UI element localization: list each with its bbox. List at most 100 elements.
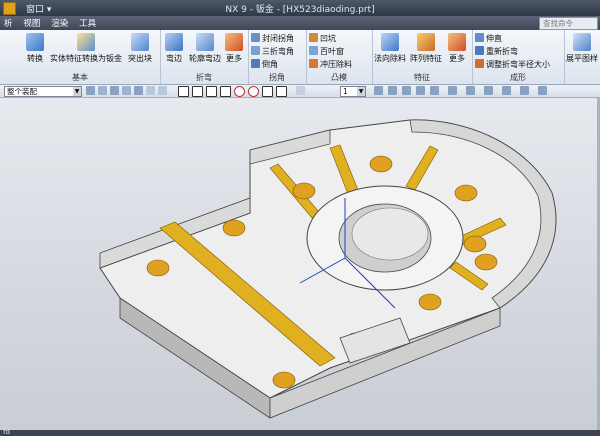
resize-bend-radius-button[interactable]: 调整折弯半径大小: [475, 59, 550, 70]
selection-filter-value: 整个装配: [7, 87, 37, 96]
solid-to-sheetmetal-icon: [77, 33, 95, 51]
layer-icon[interactable]: [296, 86, 305, 95]
background-icon[interactable]: [484, 86, 493, 95]
pan-icon[interactable]: [416, 86, 425, 95]
dimple-label: 凹坑: [320, 34, 336, 43]
group-form: 伸直 重新折弯 调整折弯半径大小 成形: [472, 30, 565, 84]
select-edge-icon[interactable]: [122, 86, 131, 95]
normal-cutout-button[interactable]: 法向除料: [372, 33, 408, 64]
orient-view-icon[interactable]: [448, 86, 457, 95]
select-component-icon[interactable]: [146, 86, 155, 95]
resize-bend-radius-label: 调整折弯半径大小: [486, 60, 550, 69]
group-feature-label: 特征: [414, 73, 430, 82]
section-view-icon[interactable]: [502, 86, 511, 95]
select-body-icon[interactable]: [134, 86, 143, 95]
rebend-label: 重新折弯: [486, 47, 518, 56]
status-bar: fd: [0, 428, 600, 436]
pad-3: [454, 184, 478, 202]
contour-flange-icon: [196, 33, 214, 51]
select-curve-icon[interactable]: [158, 86, 167, 95]
graphics-viewport[interactable]: [0, 98, 600, 430]
shaded-display-icon[interactable]: [430, 86, 439, 95]
closed-corner-label: 封闭拐角: [262, 34, 294, 43]
louver-label: 百叶窗: [320, 47, 344, 56]
feature-more-icon: [448, 33, 466, 51]
chamfer-button[interactable]: 倒角: [251, 59, 278, 70]
point-on-face-snap-icon[interactable]: [276, 86, 287, 97]
pad-5: [474, 253, 498, 271]
title-bar: 窗口 ▾ NX 9 - 钣金 - [HX523diaoding.prt]: [0, 0, 600, 16]
more-icon: [225, 33, 243, 51]
closed-corner-icon: [251, 33, 260, 42]
contour-flange-label: 轮廓弯边: [189, 54, 221, 63]
convert-button[interactable]: 转换: [20, 33, 50, 64]
render-style-icon[interactable]: [466, 86, 475, 95]
tab-icon: [131, 33, 149, 51]
group-flat-pattern: 展平图样: [564, 30, 600, 84]
pad-7: [222, 219, 246, 237]
menu-analysis[interactable]: 析: [0, 16, 17, 30]
rebend-button[interactable]: 重新折弯: [475, 46, 518, 57]
hub-inner: [351, 207, 429, 261]
control-point-snap-icon[interactable]: [206, 86, 217, 97]
unbend-label: 伸直: [486, 34, 502, 43]
flat-pattern-label: 展平图样: [566, 54, 598, 63]
measure-icon[interactable]: [520, 86, 529, 95]
drawn-cutout-icon: [309, 59, 318, 68]
pattern-feature-label: 阵列特征: [410, 54, 442, 63]
selection-filter-combo[interactable]: 整个装配 ▼: [4, 86, 82, 97]
dimple-button[interactable]: 凹坑: [309, 33, 336, 44]
convert-label: 转换: [27, 54, 43, 63]
pattern-feature-button[interactable]: 阵列特征: [408, 33, 444, 64]
select-face-icon[interactable]: [110, 86, 119, 95]
pad-6: [418, 293, 442, 311]
group-bend: 弯边 轮廓弯边 更多 折弯: [160, 30, 249, 84]
bend-more-button[interactable]: 更多: [222, 33, 246, 64]
rotate-icon[interactable]: [402, 86, 411, 95]
zoom-icon[interactable]: [388, 86, 397, 95]
point-on-curve-snap-icon[interactable]: [262, 86, 273, 97]
intersection-snap-icon[interactable]: [220, 86, 231, 97]
quadrant-snap-icon[interactable]: [248, 86, 259, 97]
bend-more-label: 更多: [226, 54, 242, 63]
tab-label: 突出块: [128, 54, 152, 63]
chamfer-label: 倒角: [262, 60, 278, 69]
three-bend-corner-button[interactable]: 三折弯角: [251, 46, 294, 57]
louver-icon: [309, 46, 318, 55]
tab-button[interactable]: 突出块: [122, 33, 158, 64]
midpoint-snap-icon[interactable]: [192, 86, 203, 97]
fit-view-icon[interactable]: [374, 86, 383, 95]
select-icon[interactable]: [98, 86, 107, 95]
menu-tools[interactable]: 工具: [75, 16, 100, 30]
solid-to-sheetmetal-button[interactable]: 实体特征转换为钣金: [50, 33, 122, 64]
contour-flange-button[interactable]: 轮廓弯边: [188, 33, 222, 64]
snap-icon[interactable]: [86, 86, 95, 95]
status-text: fd: [3, 428, 10, 436]
group-corner: 封闭拐角 三折弯角 倒角 拐角: [248, 30, 307, 84]
group-punch-label: 凸模: [331, 73, 347, 82]
feature-more-button[interactable]: 更多: [444, 33, 470, 64]
drawn-cutout-button[interactable]: 冲压除料: [309, 59, 352, 70]
arc-center-snap-icon[interactable]: [234, 86, 245, 97]
command-search-input[interactable]: 查找命令: [539, 17, 598, 30]
chamfer-icon: [251, 59, 260, 68]
menu-view[interactable]: 视图: [19, 16, 44, 30]
group-form-label: 成形: [510, 73, 526, 82]
flange-button[interactable]: 弯边: [160, 33, 188, 64]
unbend-button[interactable]: 伸直: [475, 33, 502, 44]
dimple-icon: [309, 33, 318, 42]
work-layer-combo[interactable]: 1 ▼: [340, 86, 366, 97]
endpoint-snap-icon[interactable]: [178, 86, 189, 97]
normal-cutout-icon: [381, 33, 399, 51]
show-hide-icon[interactable]: [538, 86, 547, 95]
unbend-icon: [475, 33, 484, 42]
flat-pattern-icon: [573, 33, 591, 51]
work-layer-value: 1: [343, 87, 348, 96]
group-feature: 法向除料 阵列特征 更多 特征: [372, 30, 473, 84]
menu-render[interactable]: 渲染: [47, 16, 72, 30]
flange-label: 弯边: [166, 54, 182, 63]
flat-pattern-button[interactable]: 展平图样: [564, 33, 600, 64]
three-bend-corner-label: 三折弯角: [262, 47, 294, 56]
closed-corner-button[interactable]: 封闭拐角: [251, 33, 294, 44]
louver-button[interactable]: 百叶窗: [309, 46, 344, 57]
